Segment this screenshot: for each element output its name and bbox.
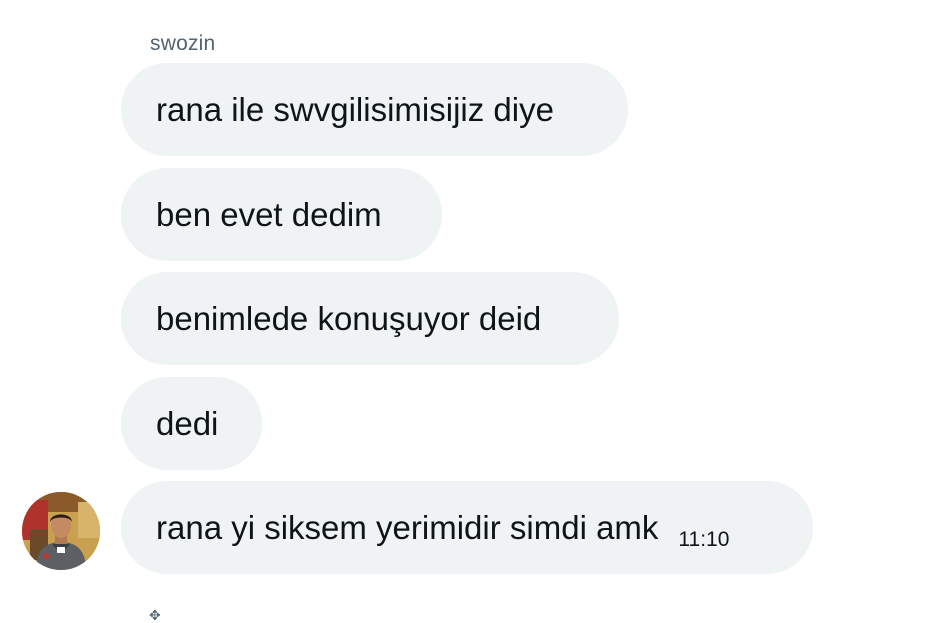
message-bubble[interactable]: rana yi siksem yerimidir simdi amk 11:10 xyxy=(121,481,813,574)
message-text: rana ile swvgilisimisijiz diye xyxy=(156,91,554,128)
message-timestamp: 11:10 xyxy=(678,528,730,551)
message-bubble[interactable]: dedi xyxy=(121,377,262,470)
message-text: ben evet dedim xyxy=(156,196,382,233)
message-bubble[interactable]: rana ile swvgilisimisijiz diye xyxy=(121,63,628,156)
sender-name[interactable]: swozin xyxy=(150,32,215,56)
message-text: rana yi siksem yerimidir simdi amk xyxy=(156,509,659,546)
sender-avatar[interactable] xyxy=(22,492,100,570)
message-text: benimlede konuşuyor deid xyxy=(156,300,542,337)
avatar-image xyxy=(22,492,100,570)
dm-conversation: swozin rana ile swvgilisimisijiz diye be… xyxy=(0,0,946,623)
move-cursor-icon: ✥ xyxy=(149,607,161,623)
message-bubble[interactable]: benimlede konuşuyor deid xyxy=(121,272,619,365)
message-bubble[interactable]: ben evet dedim xyxy=(121,168,442,261)
message-text: dedi xyxy=(156,405,219,442)
